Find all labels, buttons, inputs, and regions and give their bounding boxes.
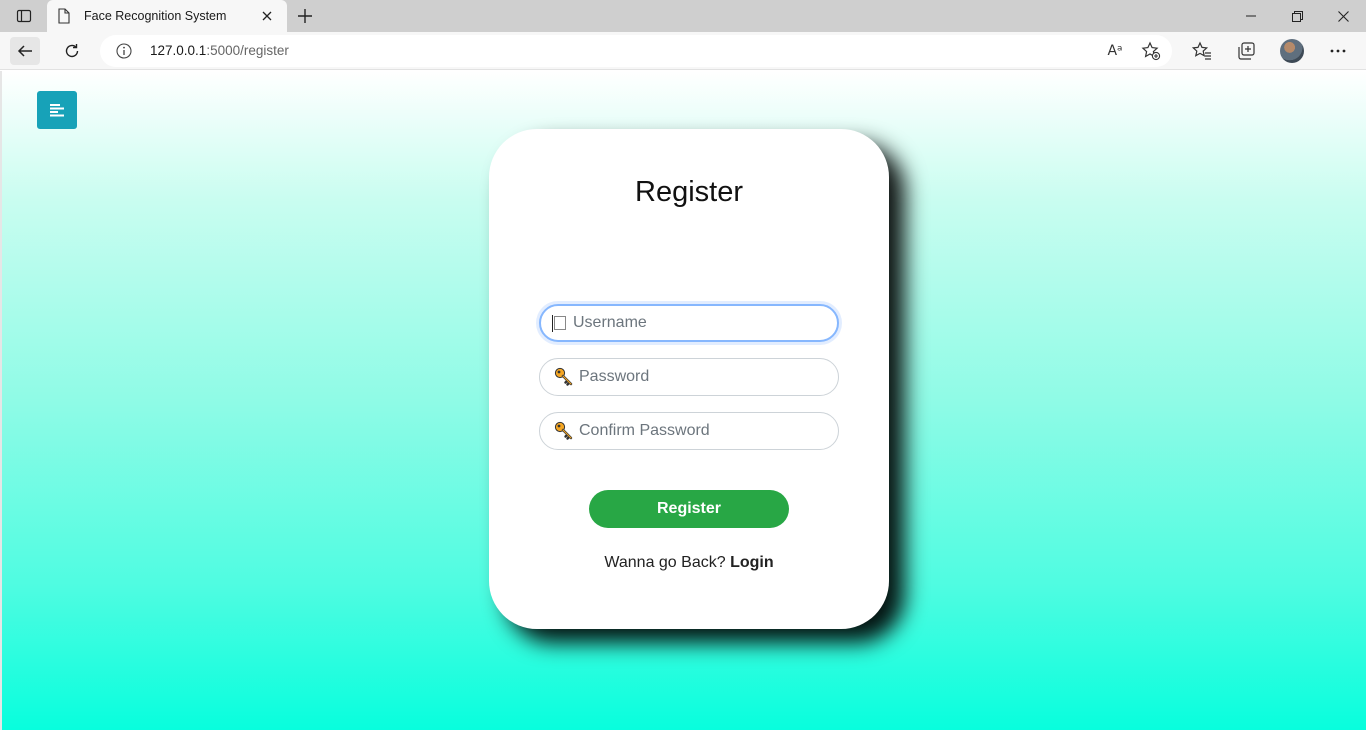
tab-title: Face Recognition System [84, 9, 227, 23]
info-icon[interactable] [116, 43, 132, 59]
close-window-button[interactable] [1320, 0, 1366, 32]
password-field[interactable] [539, 358, 839, 396]
new-tab-button[interactable] [292, 4, 318, 28]
more-options-icon[interactable] [1325, 38, 1351, 64]
url-path: :5000/register [206, 43, 289, 58]
restore-icon [1291, 10, 1303, 22]
tab-actions-icon [16, 9, 32, 23]
page-icon [57, 8, 73, 24]
align-left-icon [50, 104, 64, 117]
confirm-password-input[interactable] [579, 413, 838, 449]
favorites-icon[interactable] [1189, 38, 1215, 64]
confirm-password-field[interactable] [539, 412, 839, 450]
url-text[interactable]: 127.0.0.1:5000/register [150, 43, 289, 58]
username-field[interactable] [539, 304, 839, 342]
login-link[interactable]: Login [730, 554, 774, 571]
arrow-left-icon [17, 45, 32, 57]
refresh-icon [65, 44, 79, 58]
register-button[interactable]: Register [589, 490, 789, 528]
refresh-button[interactable] [57, 37, 87, 65]
profile-avatar[interactable] [1280, 39, 1304, 63]
page-background: Register Register Wanna go Back? Login [0, 71, 1366, 730]
register-card: Register Register Wanna go Back? Login [489, 129, 889, 629]
missing-glyph-icon [552, 315, 566, 332]
browser-nav-bar: 127.0.0.1:5000/register Aᵃ [0, 32, 1366, 70]
collections-icon[interactable] [1233, 38, 1259, 64]
read-aloud-icon[interactable]: Aᵃ [1104, 40, 1126, 62]
plus-icon [298, 9, 312, 23]
browser-tab[interactable]: Face Recognition System [47, 0, 287, 32]
address-bar[interactable]: 127.0.0.1:5000/register Aᵃ [100, 35, 1172, 67]
key-icon [554, 421, 574, 441]
register-heading: Register [635, 176, 743, 208]
username-input[interactable] [573, 306, 837, 340]
back-prompt-text: Wanna go Back? [604, 554, 726, 571]
password-input[interactable] [579, 359, 838, 395]
window-controls [1228, 0, 1366, 32]
minimize-icon [1246, 15, 1256, 17]
tab-actions-button[interactable] [8, 5, 40, 27]
minimize-button[interactable] [1228, 0, 1274, 32]
sidebar-toggle-button[interactable] [37, 91, 77, 129]
url-host: 127.0.0.1 [150, 43, 207, 58]
back-button[interactable] [10, 37, 40, 65]
restore-button[interactable] [1274, 0, 1320, 32]
add-favorite-icon[interactable] [1140, 40, 1162, 62]
browser-tab-bar: Face Recognition System [0, 0, 1366, 32]
key-icon [554, 367, 574, 387]
close-tab-button[interactable] [257, 6, 277, 26]
close-icon [1337, 10, 1349, 22]
close-icon [262, 11, 272, 21]
back-prompt: Wanna go Back? Login [489, 554, 889, 572]
